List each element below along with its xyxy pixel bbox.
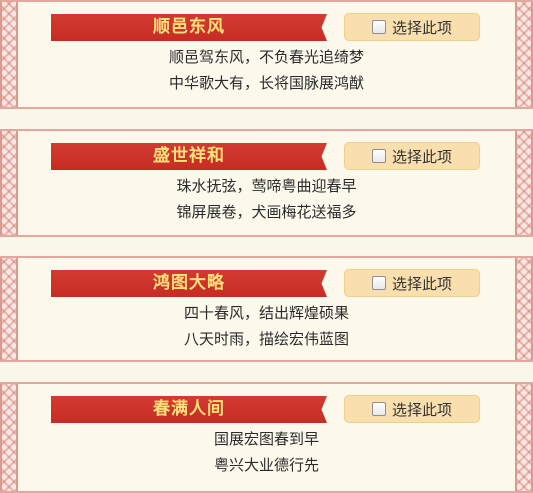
option-title: 盛世祥和 bbox=[51, 143, 327, 170]
checkbox-icon[interactable] bbox=[371, 20, 386, 34]
couplet-line-2: 八天时雨，描绘宏伟蓝图 bbox=[183, 330, 349, 348]
select-option-label: 选择此项 bbox=[391, 18, 452, 37]
option-title: 鸿图大略 bbox=[51, 270, 327, 297]
option-card-2: 盛世祥和 选择此项 珠水抚弦，莺啼粤曲迎春早 锦屏展卷，犬画梅花送福多 bbox=[0, 129, 533, 237]
checkbox-icon[interactable] bbox=[371, 149, 386, 163]
couplet-line-1: 珠水抚弦，莺啼粤曲迎春早 bbox=[176, 177, 357, 195]
checkbox-icon[interactable] bbox=[371, 276, 386, 290]
select-option-button[interactable]: 选择此项 bbox=[344, 13, 480, 41]
option-title: 春满人间 bbox=[51, 396, 327, 423]
couplet-line-1: 顺邑驾东风，不负春光追绮梦 bbox=[168, 48, 364, 66]
option-card-3: 鸿图大略 选择此项 四十春风，结出辉煌硕果 八天时雨，描绘宏伟蓝图 bbox=[0, 256, 533, 362]
select-option-button[interactable]: 选择此项 bbox=[344, 142, 480, 170]
select-option-button[interactable]: 选择此项 bbox=[344, 395, 480, 423]
option-card-1: 顺邑东风 选择此项 顺邑驾东风，不负春光追绮梦 中华歌大有，长将国脉展鸿猷 bbox=[0, 0, 533, 109]
select-option-button[interactable]: 选择此项 bbox=[344, 269, 480, 297]
select-option-label: 选择此项 bbox=[391, 147, 452, 166]
option-title: 顺邑东风 bbox=[51, 14, 327, 41]
couplet-line-2: 锦屏展卷，犬画梅花送福多 bbox=[176, 203, 357, 221]
checkbox-icon[interactable] bbox=[371, 402, 386, 416]
select-option-label: 选择此项 bbox=[391, 400, 452, 419]
couplet-line-2: 中华歌大有，长将国脉展鸿猷 bbox=[168, 74, 364, 92]
option-card-4: 春满人间 选择此项 国展宏图春到早 粤兴大业德行先 bbox=[0, 382, 533, 493]
couplet-line-2: 粤兴大业德行先 bbox=[213, 456, 319, 474]
couplet-line-1: 国展宏图春到早 bbox=[213, 430, 319, 448]
couplet-line-1: 四十春风，结出辉煌硕果 bbox=[183, 304, 349, 322]
select-option-label: 选择此项 bbox=[391, 274, 452, 293]
